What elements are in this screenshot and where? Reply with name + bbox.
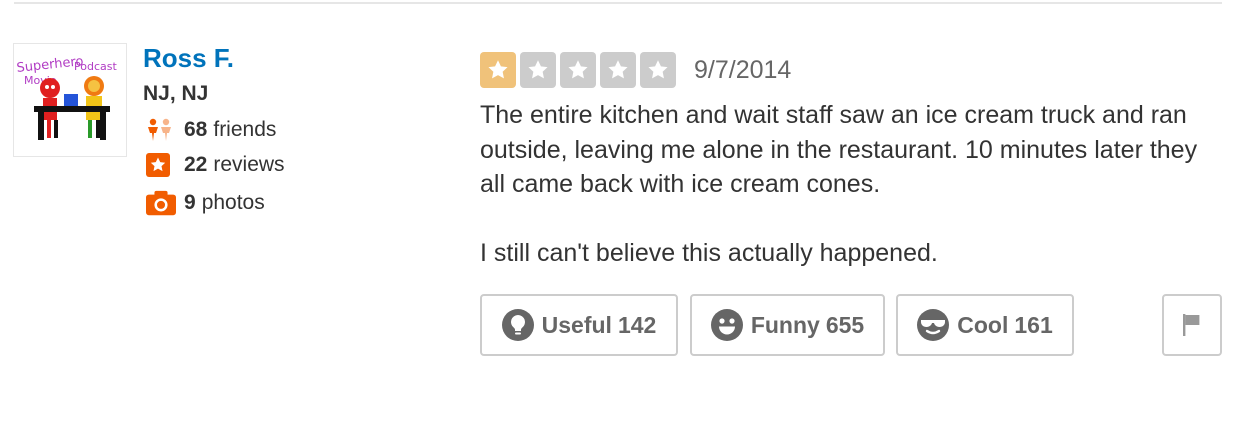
photos-count: 9 <box>184 191 196 214</box>
review-paragraph: I still can't believe this actually happ… <box>480 238 938 267</box>
useful-button[interactable]: Useful 142 <box>480 294 678 356</box>
cool-count: 161 <box>1014 311 1053 338</box>
user-avatar[interactable]: Superhero Podcast Movie <box>13 43 127 157</box>
star-icon <box>640 52 676 88</box>
avatar-image: Superhero Podcast Movie <box>14 44 126 156</box>
flag-icon <box>1182 312 1202 338</box>
photos-stat: 9 photos <box>146 189 265 217</box>
review-date: 9/7/2014 <box>694 56 792 84</box>
useful-count: 142 <box>617 311 657 338</box>
photos-label: photos <box>201 191 265 214</box>
funny-label: Funny <box>750 311 820 338</box>
star-icon <box>520 52 556 88</box>
star-badge-icon <box>146 151 176 179</box>
review-body: The entire kitchen and wait staff saw an… <box>480 98 1220 270</box>
lightbulb-icon <box>501 309 534 341</box>
reviews-stat: 22 reviews <box>146 151 285 179</box>
user-location: NJ, NJ <box>143 82 209 105</box>
sunglasses-face-icon <box>917 309 950 341</box>
flag-button[interactable] <box>1162 294 1222 356</box>
review-paragraph: The entire kitchen and wait staff saw an… <box>480 101 1198 198</box>
friends-label: friends <box>213 118 277 141</box>
funny-count: 655 <box>825 311 865 338</box>
reviews-label: reviews <box>213 153 285 176</box>
smiley-icon <box>710 309 743 341</box>
funny-button[interactable]: Funny 655 <box>690 294 885 356</box>
cool-label: Cool <box>957 311 1009 338</box>
user-name-link[interactable]: Ross F. <box>143 42 234 74</box>
star-icon <box>480 52 516 88</box>
star-icon <box>600 52 636 88</box>
divider <box>14 2 1222 4</box>
friends-stat: 68 friends <box>146 116 276 144</box>
camera-icon <box>146 189 176 217</box>
star-icon <box>560 52 596 88</box>
star-rating <box>480 52 676 88</box>
reviews-count: 22 <box>184 153 208 176</box>
friends-count: 68 <box>184 118 208 141</box>
svg-text:Podcast: Podcast <box>74 60 117 73</box>
friends-icon <box>146 116 176 144</box>
cool-button[interactable]: Cool 161 <box>896 294 1074 356</box>
useful-label: Useful <box>541 311 612 338</box>
